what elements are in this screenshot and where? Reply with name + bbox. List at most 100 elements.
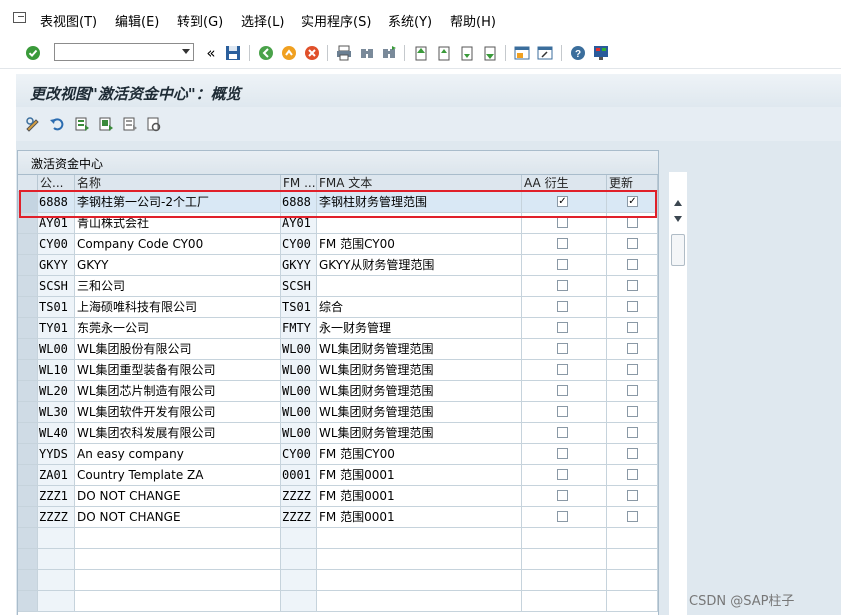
row-selector[interactable] xyxy=(18,339,38,360)
update-checkbox[interactable] xyxy=(627,322,638,333)
select-all-icon[interactable] xyxy=(73,115,91,133)
help-icon[interactable]: ? xyxy=(569,44,587,62)
previous-page-icon[interactable] xyxy=(435,44,453,62)
scroll-down-icon[interactable] xyxy=(674,216,682,222)
first-page-icon[interactable] xyxy=(412,44,430,62)
select-block-icon[interactable] xyxy=(97,115,115,133)
table-row[interactable] xyxy=(18,528,658,549)
aa-derive-checkbox[interactable] xyxy=(557,343,568,354)
update-checkbox[interactable] xyxy=(627,280,638,291)
vertical-scrollbar[interactable] xyxy=(669,172,687,615)
row-selector[interactable] xyxy=(18,402,38,423)
aa-derive-checkbox[interactable] xyxy=(557,469,568,480)
menu-system[interactable]: 系统(Y) xyxy=(388,15,432,31)
update-checkbox[interactable] xyxy=(627,427,638,438)
shortcut-icon[interactable] xyxy=(536,44,554,62)
update-checkbox[interactable] xyxy=(627,217,638,228)
aa-derive-checkbox[interactable] xyxy=(557,448,568,459)
update-checkbox[interactable] xyxy=(627,259,638,270)
row-selector[interactable] xyxy=(18,255,38,276)
row-selector[interactable] xyxy=(18,591,38,612)
save-icon[interactable] xyxy=(224,44,242,62)
table-row[interactable]: WL40 WL集团农科发展有限公司 WL00 WL集团财务管理范围 xyxy=(18,423,658,444)
table-row[interactable]: ZA01 Country Template ZA 0001 FM 范围0001 xyxy=(18,465,658,486)
aa-derive-checkbox[interactable] xyxy=(557,490,568,501)
menu-utilities[interactable]: 实用程序(S) xyxy=(301,15,371,31)
update-checkbox[interactable] xyxy=(627,343,638,354)
update-checkbox[interactable] xyxy=(627,406,638,417)
row-selector[interactable] xyxy=(18,549,38,570)
create-session-icon[interactable] xyxy=(513,44,531,62)
print-icon[interactable] xyxy=(335,44,353,62)
menu-goto[interactable]: 转到(G) xyxy=(177,15,223,31)
aa-derive-checkbox[interactable] xyxy=(557,217,568,228)
aa-derive-checkbox[interactable] xyxy=(557,364,568,375)
chevron-down-icon[interactable] xyxy=(182,49,190,54)
aa-derive-checkbox[interactable] xyxy=(557,238,568,249)
undo-icon[interactable] xyxy=(48,115,66,133)
scroll-thumb[interactable] xyxy=(671,234,685,266)
find-next-icon[interactable] xyxy=(380,44,398,62)
row-selector[interactable] xyxy=(18,423,38,444)
update-checkbox[interactable] xyxy=(627,364,638,375)
row-selector[interactable] xyxy=(18,465,38,486)
table-row[interactable]: ZZZ1 DO NOT CHANGE ZZZZ FM 范围0001 xyxy=(18,486,658,507)
table-row[interactable]: WL30 WL集团软件开发有限公司 WL00 WL集团财务管理范围 xyxy=(18,402,658,423)
aa-derive-checkbox[interactable] xyxy=(557,406,568,417)
row-selector[interactable] xyxy=(18,444,38,465)
update-checkbox[interactable] xyxy=(627,469,638,480)
table-row[interactable]: WL10 WL集团重型装备有限公司 WL00 WL集团财务管理范围 xyxy=(18,360,658,381)
aa-derive-checkbox[interactable] xyxy=(557,322,568,333)
update-checkbox[interactable] xyxy=(627,301,638,312)
row-selector[interactable] xyxy=(18,360,38,381)
row-selector[interactable] xyxy=(18,486,38,507)
last-page-icon[interactable] xyxy=(481,44,499,62)
deselect-all-icon[interactable] xyxy=(121,115,139,133)
cancel-icon[interactable] xyxy=(303,44,321,62)
row-selector[interactable] xyxy=(18,570,38,591)
aa-derive-checkbox[interactable] xyxy=(557,511,568,522)
menu-help[interactable]: 帮助(H) xyxy=(450,15,496,31)
enter-icon[interactable] xyxy=(24,44,42,62)
table-row[interactable]: TY01 东莞永一公司 FMTY 永一财务管理 xyxy=(18,318,658,339)
row-selector[interactable] xyxy=(18,528,38,549)
table-row[interactable] xyxy=(18,591,658,612)
menu-table-view[interactable]: 表视图(T) xyxy=(40,15,97,31)
row-selector[interactable] xyxy=(18,318,38,339)
row-selector[interactable] xyxy=(18,381,38,402)
aa-derive-checkbox[interactable] xyxy=(557,259,568,270)
layout-icon[interactable] xyxy=(592,44,610,62)
update-checkbox[interactable] xyxy=(627,385,638,396)
table-row[interactable]: CY00 Company Code CY00 CY00 FM 范围CY00 xyxy=(18,234,658,255)
aa-derive-checkbox[interactable] xyxy=(557,280,568,291)
update-checkbox[interactable] xyxy=(627,490,638,501)
update-checkbox[interactable] xyxy=(627,511,638,522)
row-selector[interactable] xyxy=(18,234,38,255)
table-row[interactable] xyxy=(18,549,658,570)
table-row[interactable]: ZZZZ DO NOT CHANGE ZZZZ FM 范围0001 xyxy=(18,507,658,528)
exit-icon[interactable] xyxy=(280,44,298,62)
window-menu-icon[interactable] xyxy=(13,12,26,23)
table-row[interactable] xyxy=(18,570,658,591)
find-icon[interactable] xyxy=(358,44,376,62)
table-row[interactable]: SCSH 三和公司 SCSH xyxy=(18,276,658,297)
update-checkbox[interactable] xyxy=(627,238,638,249)
command-field[interactable] xyxy=(54,43,194,61)
next-page-icon[interactable] xyxy=(458,44,476,62)
display-change-icon[interactable] xyxy=(24,115,42,133)
row-selector[interactable] xyxy=(18,276,38,297)
variant-icon[interactable] xyxy=(145,115,163,133)
aa-derive-checkbox[interactable] xyxy=(557,427,568,438)
back-icon[interactable] xyxy=(257,44,275,62)
back-nav-icon[interactable]: « xyxy=(202,44,220,62)
table-row[interactable]: TS01 上海硕唯科技有限公司 TS01 综合 xyxy=(18,297,658,318)
menu-edit[interactable]: 编辑(E) xyxy=(115,15,159,31)
table-row[interactable]: WL00 WL集团股份有限公司 WL00 WL集团财务管理范围 xyxy=(18,339,658,360)
table-row[interactable]: WL20 WL集团芯片制造有限公司 WL00 WL集团财务管理范围 xyxy=(18,381,658,402)
menu-selection[interactable]: 选择(L) xyxy=(241,15,284,31)
update-checkbox[interactable] xyxy=(627,448,638,459)
aa-derive-checkbox[interactable] xyxy=(557,301,568,312)
aa-derive-checkbox[interactable] xyxy=(557,385,568,396)
table-row[interactable]: YYDS An easy company CY00 FM 范围CY00 xyxy=(18,444,658,465)
row-selector[interactable] xyxy=(18,507,38,528)
